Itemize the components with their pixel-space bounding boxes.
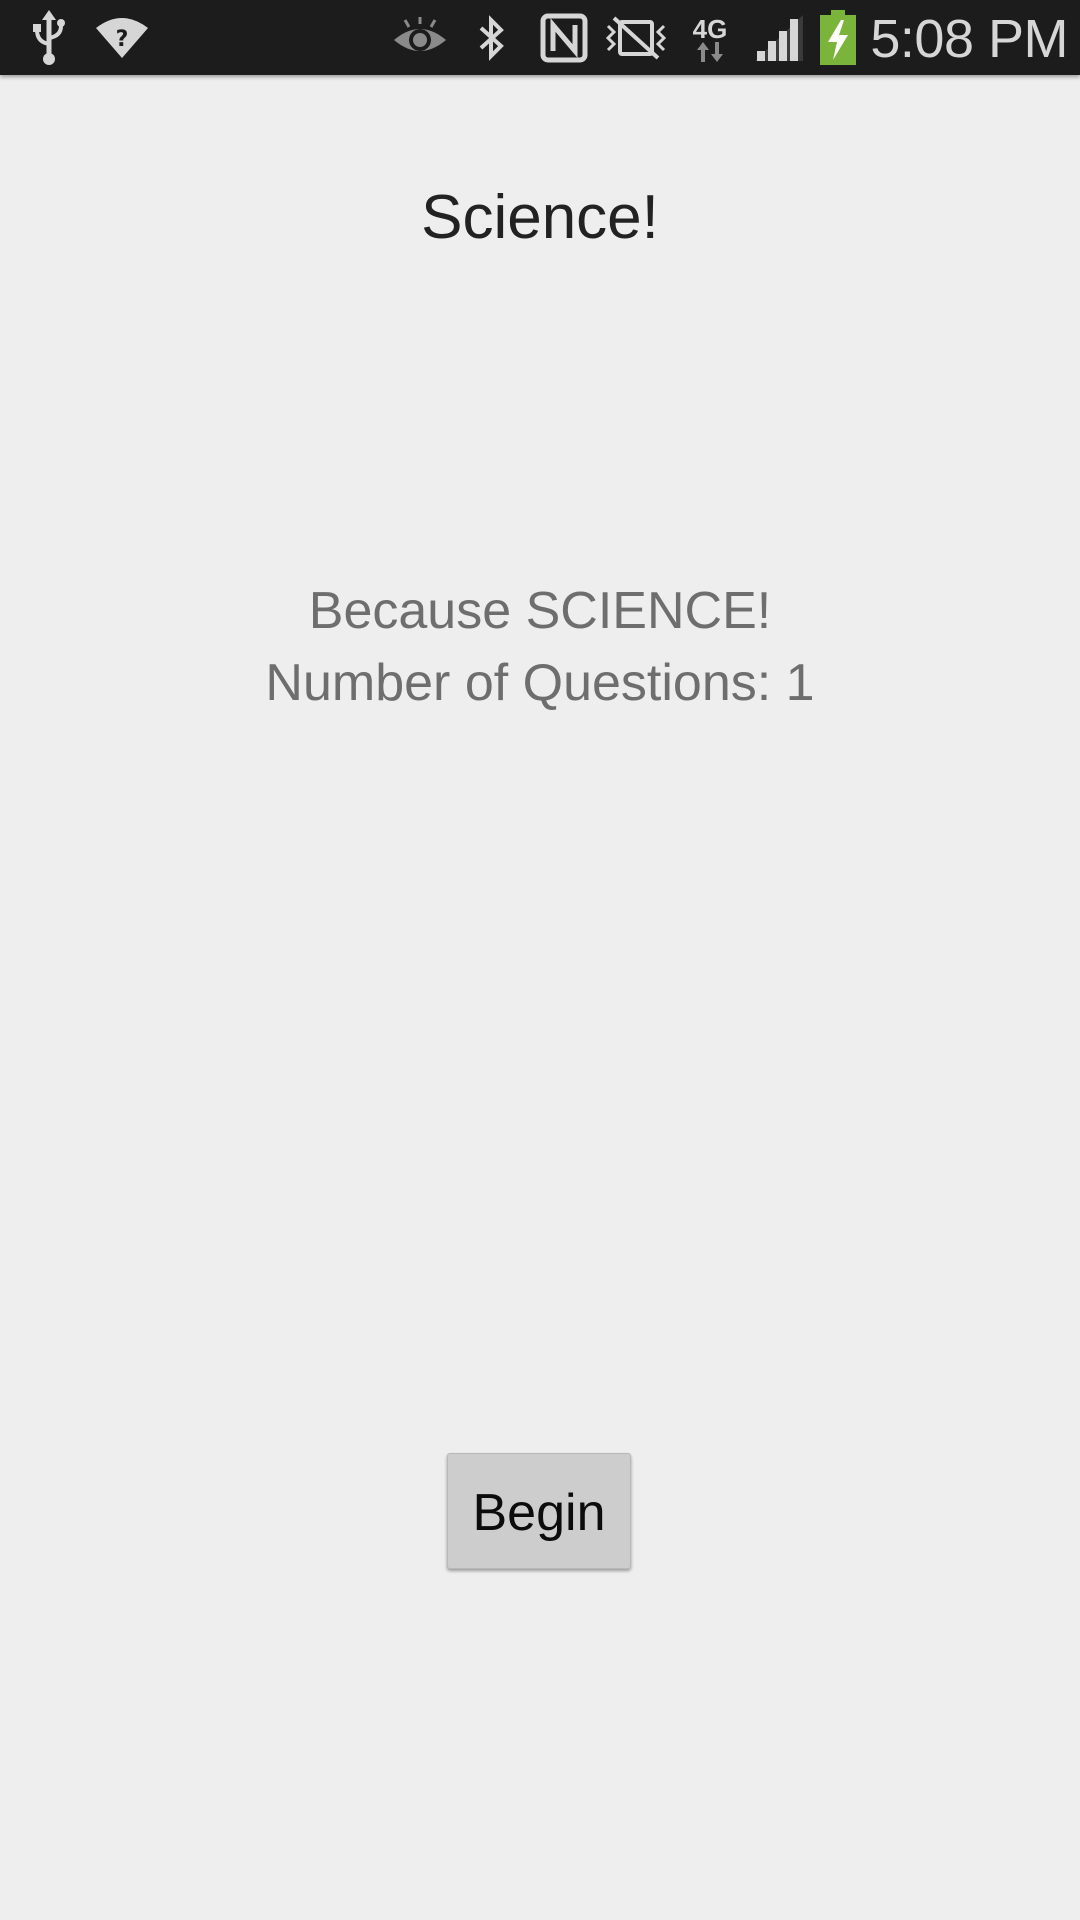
usb-icon — [26, 0, 72, 75]
status-time: 5:08 PM — [870, 9, 1068, 69]
signal-icon — [752, 0, 806, 75]
vibrate-mute-icon — [604, 0, 668, 75]
status-bar: ? 4G 5:08 PM — [0, 0, 1080, 75]
quiz-info: Because SCIENCE! Number of Questions: 1 — [0, 575, 1080, 719]
quiz-description: Because SCIENCE! — [308, 582, 772, 640]
nfc-icon — [536, 0, 592, 75]
bluetooth-icon — [470, 0, 514, 75]
page-title: Science! — [421, 183, 659, 252]
network-4g-icon: 4G — [684, 0, 736, 75]
network-4g-label: 4G — [692, 13, 728, 44]
eye-icon — [390, 0, 450, 75]
begin-button[interactable]: Begin — [447, 1453, 631, 1569]
battery-charging-icon — [816, 0, 860, 75]
wifi-question-icon: ? — [92, 0, 152, 75]
svg-text:?: ? — [116, 27, 129, 52]
question-count: Number of Questions: 1 — [265, 654, 815, 712]
